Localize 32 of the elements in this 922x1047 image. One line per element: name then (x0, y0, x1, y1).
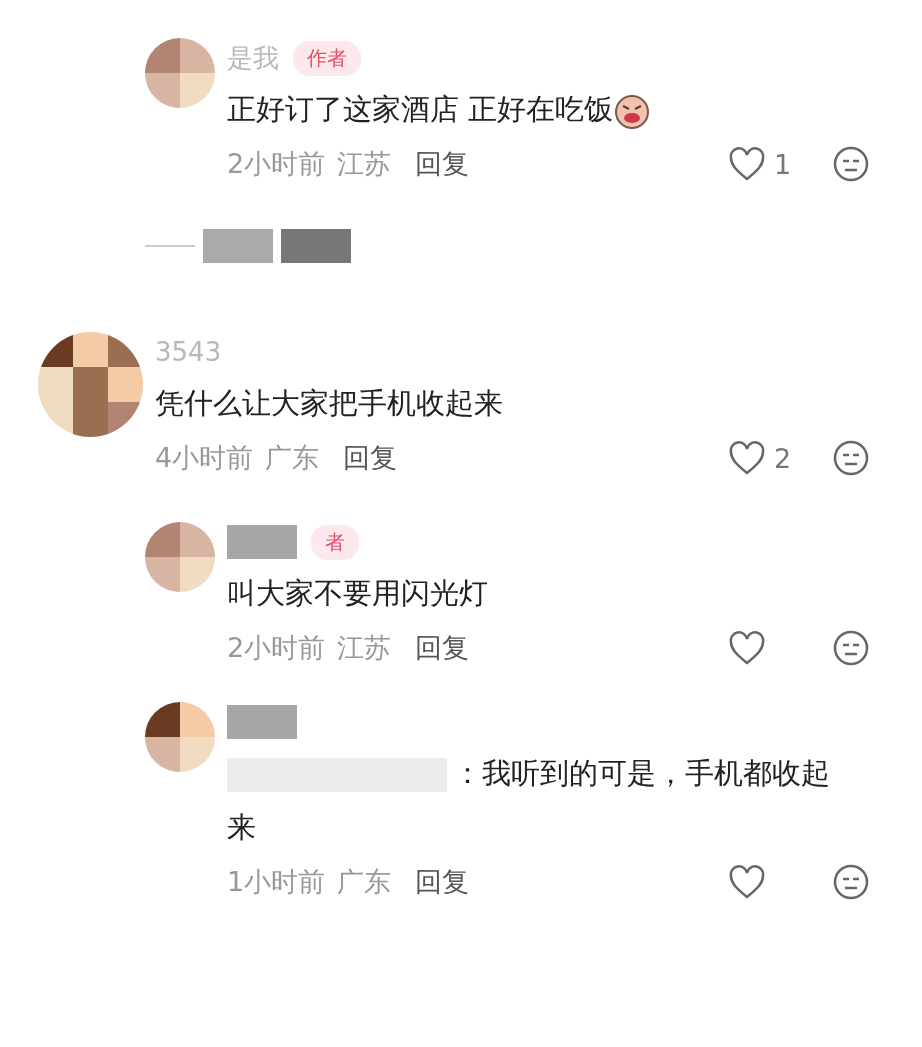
comment-text: 正好订了这家酒店 正好在吃饭 (227, 92, 614, 126)
comment-text: 凭什么让大家把手机收起来 (155, 386, 503, 420)
avatar[interactable] (38, 332, 143, 437)
comment-time: 4小时前 (155, 441, 254, 475)
reply-button[interactable]: 回复 (415, 630, 470, 666)
comment-location: 江苏 (337, 631, 392, 665)
like-count: 1 (774, 148, 792, 180)
heart-icon[interactable] (728, 439, 766, 477)
blurred-username (227, 705, 297, 739)
reply-button[interactable]: 回复 (415, 146, 470, 182)
comment-location: 江苏 (337, 147, 392, 181)
neutral-face-icon[interactable] (832, 145, 870, 183)
like-count: 2 (774, 442, 792, 474)
author-tag: 作者 (293, 40, 361, 76)
reply-button[interactable]: 回复 (415, 864, 470, 900)
neutral-face-icon[interactable] (832, 629, 870, 667)
comment-location: 广东 (337, 865, 392, 899)
comment-time: 2小时前 (227, 631, 326, 665)
neutral-face-icon[interactable] (832, 439, 870, 477)
blurred-username (227, 525, 297, 559)
comment-location: 广东 (265, 441, 320, 475)
heart-icon[interactable] (728, 629, 766, 667)
reply-button[interactable]: 回复 (343, 440, 398, 476)
heart-icon[interactable] (728, 145, 766, 183)
author-tag: 者 (311, 524, 359, 560)
heart-icon[interactable] (728, 863, 766, 901)
comment-time: 1小时前 (227, 865, 326, 899)
comment-text: 叫大家不要用闪光灯 (227, 576, 488, 610)
comment-time: 2小时前 (227, 147, 326, 181)
avatar[interactable] (145, 702, 215, 772)
comment-text: ：我听到的可是，手机都收起来 (227, 756, 830, 844)
neutral-face-icon[interactable] (832, 863, 870, 901)
